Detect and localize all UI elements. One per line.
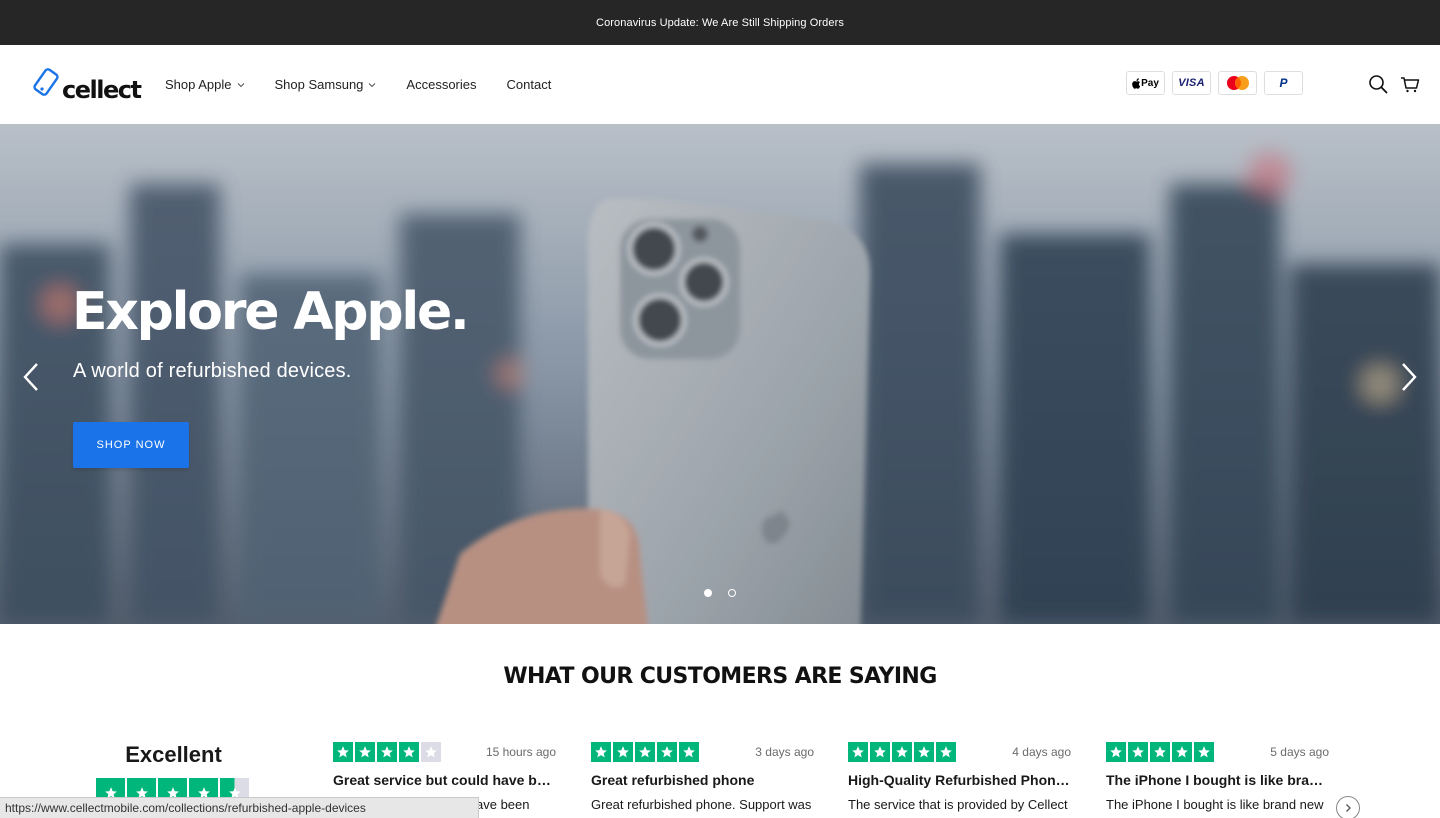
nav-label: Shop Apple	[165, 77, 232, 92]
star-icon	[892, 742, 912, 762]
reviews-heading: WHAT OUR CUSTOMERS ARE SAYING	[503, 664, 937, 689]
slide-indicators	[704, 589, 736, 597]
star-icon	[1106, 742, 1126, 762]
review-header: 3 days ago	[591, 742, 814, 762]
star-icon	[1128, 742, 1148, 762]
header-actions	[1368, 74, 1420, 94]
review-card[interactable]: 5 days ago The iPhone I bought is like br…	[1106, 742, 1329, 813]
star-icon	[613, 742, 633, 762]
payment-methods: Pay VISA P	[1126, 71, 1303, 95]
review-title: Great refurbished phone	[591, 772, 755, 788]
nav-label: Accessories	[406, 77, 477, 92]
shop-now-button[interactable]: SHOP NOW	[73, 422, 189, 468]
mastercard-icon	[1218, 71, 1257, 95]
search-icon[interactable]	[1368, 74, 1388, 94]
review-body: Great refurbished phone. Support was	[591, 797, 812, 812]
browser-status-url: https://www.cellectmobile.com/collection…	[0, 797, 479, 818]
visa-label: VISA	[1178, 77, 1205, 89]
star-icon	[635, 742, 655, 762]
star-icon	[355, 742, 375, 762]
hero-slideshow: Explore Apple. A world of refurbished de…	[0, 124, 1440, 624]
visa-icon: VISA	[1172, 71, 1211, 95]
logo-text: cellect	[62, 76, 142, 104]
announcement-bar: Coronavirus Update: We Are Still Shippin…	[0, 0, 1440, 45]
chevron-down-icon	[369, 82, 376, 87]
star-icon	[848, 742, 868, 762]
review-card[interactable]: 3 days ago Great refurbished phone Great r…	[591, 742, 814, 813]
review-title: High-Quality Refurbished Phon…	[848, 772, 1070, 788]
paypal-label: P	[1279, 76, 1288, 90]
review-header: 4 days ago	[848, 742, 1071, 762]
cart-icon[interactable]	[1400, 74, 1420, 94]
rating-text: Excellent	[125, 742, 222, 767]
review-stars	[1106, 742, 1214, 762]
review-card[interactable]: 4 days ago High-Quality Refurbished Phon……	[848, 742, 1071, 813]
review-stars	[333, 742, 441, 762]
logo[interactable]: cellect	[30, 65, 142, 105]
star-icon	[679, 742, 699, 762]
star-icon	[1172, 742, 1192, 762]
nav-shop-samsung[interactable]: Shop Samsung	[275, 77, 377, 92]
chevron-right-icon	[1346, 804, 1351, 812]
nav-label: Shop Samsung	[274, 77, 364, 92]
chevron-down-icon	[237, 82, 244, 87]
review-time: 5 days ago	[1270, 745, 1329, 759]
chevron-left-icon[interactable]	[22, 362, 40, 392]
nav-shop-apple[interactable]: Shop Apple	[165, 77, 245, 92]
review-body: The service that is provided by Cellect	[848, 797, 1068, 812]
review-title: The iPhone I bought is like bra…	[1106, 772, 1324, 788]
star-icon	[333, 742, 353, 762]
chevron-right-icon[interactable]	[1400, 362, 1418, 392]
star-icon	[1150, 742, 1170, 762]
star-icon	[914, 742, 934, 762]
review-time: 15 hours ago	[485, 745, 556, 759]
nav-label: Contact	[506, 77, 552, 92]
apple-icon	[1132, 77, 1141, 89]
phone-logo-icon	[33, 68, 59, 96]
star-icon	[591, 742, 611, 762]
nav-accessories[interactable]: Accessories	[406, 77, 476, 92]
star-icon	[1194, 742, 1214, 762]
site-header: cellect Shop Apple Shop Samsung Accessor…	[0, 45, 1440, 124]
review-title: Great service but could have b…	[333, 772, 551, 788]
star-icon	[421, 742, 441, 762]
star-icon	[657, 742, 677, 762]
star-icon	[377, 742, 397, 762]
review-time: 3 days ago	[755, 745, 814, 759]
star-icon	[870, 742, 890, 762]
slide-dot-2[interactable]	[728, 589, 736, 597]
hero-title: Explore Apple.	[72, 282, 470, 342]
slide-dot-1[interactable]	[704, 589, 712, 597]
review-stars	[591, 742, 699, 762]
paypal-icon: P	[1264, 71, 1303, 95]
hero-subtitle: A world of refurbished devices.	[73, 360, 352, 382]
review-time: 4 days ago	[1012, 745, 1071, 759]
reviews-next-button[interactable]	[1336, 796, 1360, 818]
review-body: The iPhone I bought is like brand new	[1106, 797, 1324, 812]
star-icon	[936, 742, 956, 762]
review-header: 15 hours ago	[333, 742, 556, 762]
star-icon	[399, 742, 419, 762]
nav-contact[interactable]: Contact	[507, 77, 552, 92]
main-nav: Shop Apple Shop Samsung Accessories Cont…	[165, 45, 581, 124]
apple-pay-label: Pay	[1141, 77, 1159, 89]
review-header: 5 days ago	[1106, 742, 1329, 762]
apple-pay-icon: Pay	[1126, 71, 1165, 95]
review-stars	[848, 742, 956, 762]
announcement-text: Coronavirus Update: We Are Still Shippin…	[596, 16, 844, 29]
